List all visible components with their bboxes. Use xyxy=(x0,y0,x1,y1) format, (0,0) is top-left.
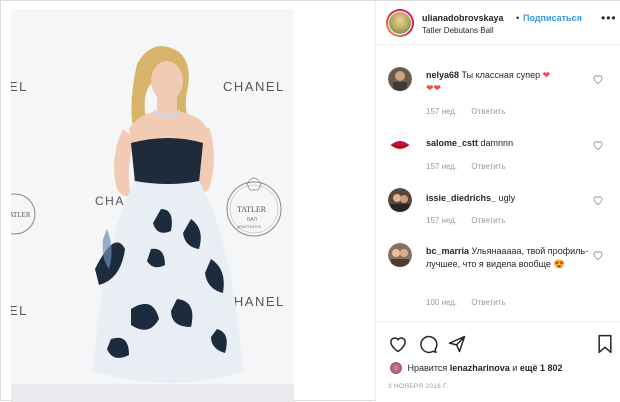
comment-age: 100 нед. xyxy=(426,298,458,307)
comment-body: ugly xyxy=(498,193,516,203)
commenter-avatar[interactable] xyxy=(388,133,412,157)
comment-text: bc_marria Ульянааааа, твой профиль- лучш… xyxy=(426,245,591,271)
comment-age: 157 нед. xyxy=(426,162,458,171)
comment-meta: 157 нед. Ответить xyxy=(426,107,506,116)
heart-icon[interactable] xyxy=(388,334,408,354)
reply-button[interactable]: Ответить xyxy=(471,162,505,171)
comment-body: damnnn xyxy=(480,138,514,148)
chanel-logo-text: CHA xyxy=(95,194,125,208)
svg-text:TATLER: TATLER xyxy=(11,211,31,219)
comment-age: 157 нед. xyxy=(426,107,458,116)
heart-emoji: ❤❤ xyxy=(426,83,442,93)
likes-prefix: Нравится xyxy=(407,363,448,373)
commenter-avatar[interactable] xyxy=(388,67,412,91)
comment-body: Ты классная супер xyxy=(461,70,541,80)
likes-count[interactable]: ещё 1 802 xyxy=(520,363,563,373)
post-date: 3 НОЯБРЯ 2016 Г. xyxy=(388,383,449,390)
tatler-logo-text: TATLER xyxy=(237,205,267,214)
comment-meta: 157 нед. Ответить xyxy=(426,162,506,171)
comment-text: nelya68 Ты классная супер ❤ ❤❤ xyxy=(426,69,591,95)
like-icon[interactable] xyxy=(592,194,604,206)
commenter-avatar[interactable] xyxy=(388,188,412,212)
chanel-logo-text: EL xyxy=(11,303,28,318)
commenter-avatar[interactable] xyxy=(388,243,412,267)
heart-emoji: ❤ xyxy=(542,70,551,80)
photo-illustration: CHANEL EL CHANEL EL CHA TATLER БАЛ ДЕБЮТ… xyxy=(11,9,294,402)
like-icon[interactable] xyxy=(592,73,604,85)
tatler-sub-text: ДЕБЮТАНТОК xyxy=(237,225,262,229)
follow-button[interactable]: Подписаться xyxy=(523,13,582,23)
like-icon[interactable] xyxy=(592,249,604,261)
reply-button[interactable]: Ответить xyxy=(471,298,505,307)
instagram-post-window: CHANEL EL CHANEL EL CHA TATLER БАЛ ДЕБЮТ… xyxy=(0,0,620,402)
post-header: ulianadobrovskaya • Подписаться Tatler D… xyxy=(376,1,620,45)
chanel-logo-text: CHANEL xyxy=(223,79,285,94)
comment-username[interactable]: nelya68 xyxy=(426,70,459,80)
post-actions: Нравится lenazharinova и ещё 1 802 3 НОЯ… xyxy=(376,321,620,402)
author-username[interactable]: ulianadobrovskaya xyxy=(422,13,504,23)
liker-avatar[interactable] xyxy=(390,362,402,374)
comment-text: salome_cstt damnnn xyxy=(426,137,591,150)
comment-text: issie_diedrichs_ ugly xyxy=(426,192,591,205)
reply-button[interactable]: Ответить xyxy=(471,107,505,116)
likes-summary: Нравится lenazharinova и ещё 1 802 xyxy=(390,362,562,374)
like-icon[interactable] xyxy=(592,139,604,151)
comment-age: 157 нед. xyxy=(426,216,458,225)
liker-username[interactable]: lenazharinova xyxy=(450,363,510,373)
comment-username[interactable]: bc_marria xyxy=(426,246,469,256)
share-icon[interactable] xyxy=(447,334,467,354)
comment-meta: 100 нед. Ответить xyxy=(426,298,506,307)
likes-middle: и xyxy=(512,363,518,373)
bookmark-icon[interactable] xyxy=(596,334,614,354)
heart-eyes-emoji: 😍 xyxy=(553,259,565,269)
reply-button[interactable]: Ответить xyxy=(471,216,505,225)
separator-dot: • xyxy=(516,13,520,23)
post-sidebar: ulianadobrovskaya • Подписаться Tatler D… xyxy=(375,1,620,402)
comment-username[interactable]: salome_cstt xyxy=(426,138,478,148)
comment-meta: 157 нед. Ответить xyxy=(426,216,506,225)
chanel-logo-text: EL xyxy=(11,79,28,94)
more-icon[interactable]: ••• xyxy=(601,11,617,25)
post-photo[interactable]: CHANEL EL CHANEL EL CHA TATLER БАЛ ДЕБЮТ… xyxy=(11,9,294,402)
post-location[interactable]: Tatler Debutans Ball xyxy=(422,26,494,35)
tatler-sub-text: БАЛ xyxy=(247,217,257,223)
comment-username[interactable]: issie_diedrichs_ xyxy=(426,193,496,203)
author-avatar[interactable] xyxy=(386,9,414,37)
comment-icon[interactable] xyxy=(418,334,438,354)
